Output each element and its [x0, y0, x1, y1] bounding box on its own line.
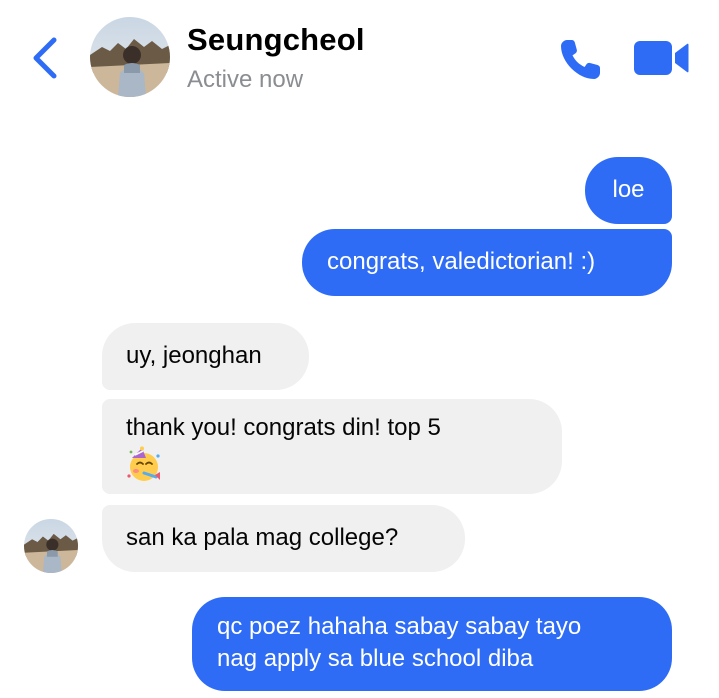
message-text-line: nag apply sa blue school diba: [217, 645, 534, 672]
message-text: thank you! congrats din! top 5: [126, 414, 441, 441]
chevron-left-icon: [33, 37, 57, 79]
emoji-line: 🥳: [126, 446, 562, 484]
message-bubble-incoming[interactable]: san ka pala mag college?: [102, 505, 465, 572]
back-button[interactable]: [26, 34, 66, 82]
message-bubble-outgoing[interactable]: qc poez hahaha sabay sabay tayo nag appl…: [192, 597, 672, 691]
phone-icon: [561, 40, 600, 79]
contact-name[interactable]: Seungcheol: [187, 22, 365, 58]
message-text: uy, jeonghan: [126, 342, 262, 369]
message-bubble-outgoing[interactable]: loe: [585, 157, 672, 224]
message-bubble-outgoing[interactable]: congrats, valedictorian! :): [302, 229, 672, 296]
chat-header: Seungcheol Active now: [0, 0, 719, 120]
message-text: loe: [612, 176, 645, 203]
partying-face-emoji: [127, 446, 160, 481]
contact-avatar[interactable]: [90, 17, 170, 97]
message-text-line: qc poez hahaha sabay sabay tayo: [217, 613, 582, 640]
message-text: san ka pala mag college?: [126, 524, 399, 551]
video-camera-icon: [634, 41, 689, 75]
video-call-button[interactable]: [633, 40, 689, 76]
voice-call-button[interactable]: [558, 36, 604, 82]
message-text: congrats, valedictorian! :): [327, 248, 596, 275]
active-status: Active now: [187, 66, 304, 93]
message-bubble-incoming[interactable]: thank you! congrats din! top 5 🥳: [102, 399, 562, 494]
sender-avatar[interactable]: [24, 519, 78, 573]
message-bubble-incoming[interactable]: uy, jeonghan: [102, 323, 309, 390]
